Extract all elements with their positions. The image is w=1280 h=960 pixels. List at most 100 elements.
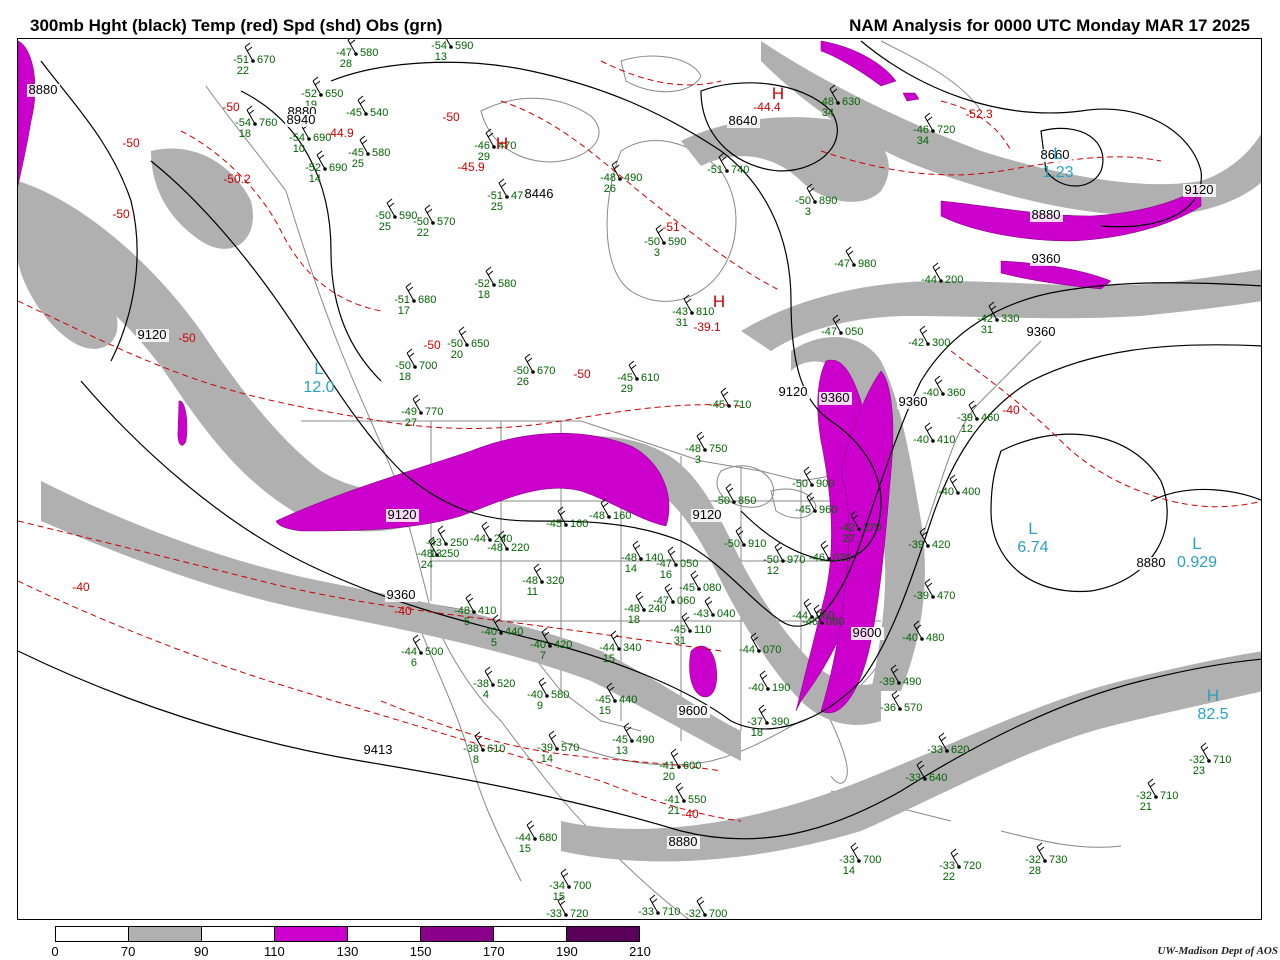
- station-dot: [1154, 795, 1158, 799]
- legend-swatch: [56, 927, 129, 941]
- obs-height: 060: [677, 595, 695, 607]
- obs-height: 580: [360, 47, 378, 59]
- obs-dewpoint-depression: 15: [519, 843, 531, 855]
- legend-tick-label: 110: [264, 944, 285, 959]
- station-observation: -33 72022: [939, 848, 981, 883]
- legend-tick-label: 90: [194, 944, 209, 959]
- obs-dewpoint-depression: 16: [660, 569, 672, 581]
- extremum-value: 12.0: [303, 379, 334, 396]
- station-dot: [688, 629, 692, 633]
- obs-height: 550: [688, 794, 706, 806]
- jet-streak-small-pacific: [177, 400, 188, 446]
- station-dot: [682, 799, 686, 803]
- temperature-contour-label: -52.3: [965, 107, 993, 121]
- station-dot: [444, 542, 448, 546]
- station-dot: [413, 365, 417, 369]
- legend-tick-label: 210: [629, 944, 651, 959]
- temperature-contour-label: -50.2: [223, 172, 251, 186]
- obs-temperature: -33: [546, 908, 562, 920]
- obs-dewpoint-depression: 17: [398, 305, 410, 317]
- obs-height: 630: [842, 96, 860, 108]
- obs-height: 330: [1001, 313, 1019, 325]
- station-dot: [253, 122, 257, 126]
- obs-temperature: -33: [927, 744, 943, 756]
- station-observation: -34 70015: [549, 868, 591, 903]
- obs-height: 690: [329, 162, 347, 174]
- obs-height: 490: [624, 172, 642, 184]
- extremum-value: 82.5: [1197, 706, 1228, 723]
- station-dot: [956, 491, 960, 495]
- obs-height: 240: [648, 603, 666, 615]
- obs-height: 490: [903, 676, 921, 688]
- obs-height: 480: [926, 632, 944, 644]
- temperature-contour-label: -40: [1002, 403, 1020, 417]
- obs-height: 500: [425, 646, 443, 658]
- obs-height: 760: [259, 117, 277, 129]
- temperature-contour-label: -50: [222, 100, 240, 114]
- station-dot: [781, 559, 785, 563]
- station-observation: -40 360: [923, 375, 965, 399]
- station-observation: -45 080: [679, 570, 721, 594]
- station-observation: -54 59013: [431, 39, 473, 63]
- obs-dewpoint-depression: 31: [674, 635, 686, 647]
- jet-streak-gulf: [689, 645, 717, 698]
- station-observation: -40 400: [938, 474, 980, 498]
- obs-dewpoint-depression: 15: [553, 891, 565, 903]
- obs-dewpoint-depression: 25: [379, 221, 391, 233]
- height-contour-label: 9120: [1185, 182, 1214, 197]
- obs-temperature: -46: [802, 616, 818, 628]
- obs-height: 270: [863, 522, 881, 534]
- station-observation: -43 040: [693, 596, 735, 620]
- station-observation: -50 57022: [413, 204, 455, 239]
- height-contour-label: 8880: [29, 82, 58, 97]
- obs-dewpoint-depression: 22: [237, 65, 249, 77]
- station-dot: [820, 621, 824, 625]
- station-dot: [499, 631, 503, 635]
- obs-height: 160: [570, 518, 588, 530]
- legend-tick-label: 170: [482, 944, 505, 959]
- station-dot: [898, 707, 902, 711]
- station-dot: [926, 342, 930, 346]
- weather-map: -47 58028-51 67022-54 59013-52 65019-45 540-5…: [18, 39, 1261, 920]
- height-contour-label: 8446: [525, 186, 554, 201]
- station-dot: [742, 543, 746, 547]
- station-observation: -50 910: [724, 526, 766, 550]
- obs-height: 740: [731, 164, 749, 176]
- obs-dewpoint-depression: 13: [616, 745, 628, 757]
- obs-temperature: -40: [913, 434, 929, 446]
- station-observation: -32 73028: [1025, 842, 1067, 877]
- station-observation: -45 61029: [617, 360, 659, 395]
- obs-height: 460: [981, 412, 999, 424]
- station-observation: -42 300: [908, 325, 950, 349]
- station-dot: [757, 649, 761, 653]
- low-center-symbol: L: [1053, 144, 1062, 163]
- low-center-symbol: L: [1192, 534, 1201, 553]
- station-observation: -49 77027: [401, 394, 443, 429]
- obs-dewpoint-depression: 18: [399, 371, 411, 383]
- station-observation: -52 58018: [474, 266, 516, 301]
- obs-height: 320: [546, 575, 564, 587]
- legend-swatch: [348, 927, 421, 941]
- obs-temperature: -45: [546, 518, 562, 530]
- wind-speed-legend: [55, 926, 640, 942]
- obs-dewpoint-depression: 3: [654, 247, 660, 259]
- station-observation: -51 68017: [394, 282, 436, 317]
- station-dot: [491, 683, 495, 687]
- station-dot: [548, 644, 552, 648]
- high-center-symbol: H: [713, 292, 725, 311]
- obs-temperature: -36: [880, 702, 896, 714]
- obs-dewpoint-depression: 14: [309, 173, 321, 185]
- obs-temperature: -42: [908, 337, 924, 349]
- obs-dewpoint-depression: 27: [405, 417, 417, 429]
- obs-height: 410: [478, 605, 496, 617]
- station-dot: [639, 557, 643, 561]
- height-contour-label: 8880: [1137, 555, 1166, 570]
- height-contour-label: 9360: [387, 587, 416, 602]
- station-dot: [945, 749, 949, 753]
- jet-band-canada-east: [681, 117, 889, 202]
- obs-height: 610: [487, 743, 505, 755]
- obs-height: 360: [947, 387, 965, 399]
- obs-height: 110: [694, 624, 712, 636]
- station-dot: [472, 610, 476, 614]
- jet-streak-tiny-ne: [902, 92, 920, 102]
